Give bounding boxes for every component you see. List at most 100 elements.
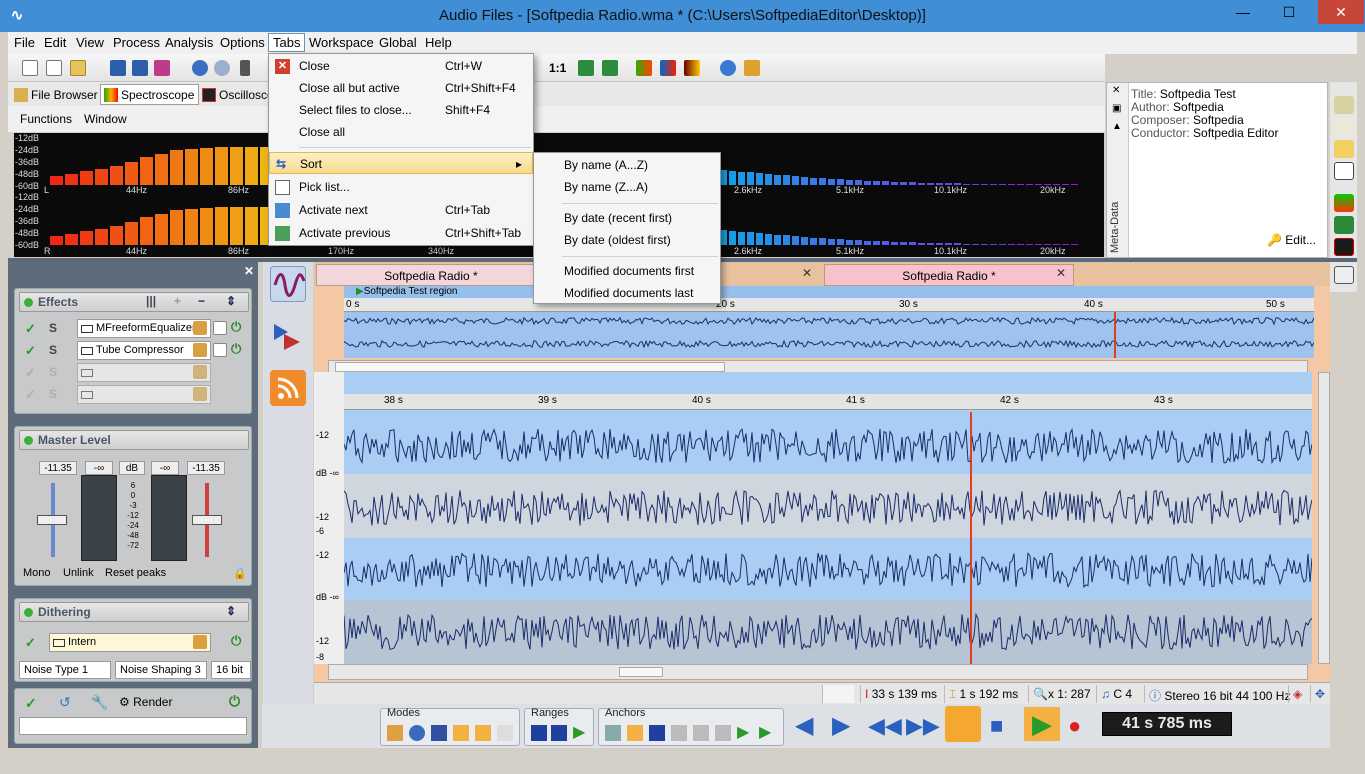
lock-icon[interactable]: 🔒 bbox=[233, 567, 247, 580]
menu-item-select-files-to-close[interactable]: Select files to close... Shift+F4 bbox=[269, 99, 533, 121]
format-info[interactable]: ⓘ Stereo 16 bit 44 100 Hz bbox=[1144, 685, 1294, 703]
open-folder-icon[interactable] bbox=[70, 60, 86, 76]
effect-settings-icon[interactable] bbox=[193, 387, 207, 401]
menu-item-close-all-but-active[interactable]: Close all but active Ctrl+Shift+F4 bbox=[269, 77, 533, 99]
anchor-6-icon[interactable] bbox=[715, 725, 731, 741]
region-marker[interactable]: ▶Softpedia Test region bbox=[356, 286, 457, 297]
anchor-4-icon[interactable] bbox=[671, 725, 687, 741]
help-icon[interactable] bbox=[720, 60, 736, 76]
play-button[interactable]: ▶ bbox=[1024, 707, 1060, 741]
tab-file-browser[interactable]: File Browser bbox=[10, 84, 103, 105]
doc-tab-close-icon[interactable]: ✕ bbox=[1056, 266, 1066, 280]
main-scrollbar[interactable] bbox=[328, 664, 1308, 680]
effect-solo[interactable]: S bbox=[49, 387, 57, 401]
functions-menu[interactable]: Functions bbox=[20, 112, 72, 126]
menu-help[interactable]: Help bbox=[425, 35, 452, 50]
effect-solo[interactable]: S bbox=[49, 321, 57, 335]
note-readout[interactable]: ♫ C 4 bbox=[1096, 685, 1136, 703]
menu-file[interactable]: File bbox=[14, 35, 35, 50]
menu-item-activate-previous[interactable]: Activate previous Ctrl+Shift+Tab bbox=[269, 222, 533, 244]
device-icon[interactable] bbox=[1334, 266, 1354, 284]
prev-marker-icon[interactable]: ◀ bbox=[795, 712, 823, 740]
zoom-level[interactable]: 🔍x 1: 287 bbox=[1028, 685, 1095, 703]
menu-edit[interactable]: Edit bbox=[44, 35, 66, 50]
scope-icon[interactable] bbox=[1334, 238, 1354, 256]
effect-settings-icon[interactable] bbox=[193, 343, 207, 357]
dither-mode-field[interactable]: Intern bbox=[49, 633, 211, 652]
effect-settings-icon[interactable] bbox=[193, 321, 207, 335]
float-icon[interactable]: ▣ bbox=[1112, 103, 1121, 114]
menu-options[interactable]: Options bbox=[220, 35, 265, 50]
zoom-selection-icon[interactable] bbox=[602, 60, 618, 76]
mode-file-icon[interactable] bbox=[387, 725, 403, 741]
menu-view[interactable]: View bbox=[76, 35, 104, 50]
reset-peaks-button[interactable]: Reset peaks bbox=[105, 567, 166, 579]
tree-view-icon[interactable] bbox=[1334, 96, 1354, 114]
menu-item-activate-next[interactable]: Activate next Ctrl+Tab bbox=[269, 199, 533, 221]
level-meter-icon[interactable] bbox=[1334, 194, 1354, 212]
menu-item-close-all[interactable]: Close all bbox=[269, 121, 533, 143]
marker-icon[interactable] bbox=[1334, 118, 1354, 136]
main-scroll-thumb[interactable] bbox=[619, 667, 663, 677]
effect-name-field[interactable] bbox=[77, 385, 211, 404]
menu-analysis[interactable]: Analysis bbox=[165, 35, 213, 50]
window-menu[interactable]: Window bbox=[84, 112, 127, 126]
loop-icon[interactable]: ↺ bbox=[59, 694, 71, 711]
effect-bypass-box[interactable] bbox=[213, 321, 227, 335]
phase-scope-icon[interactable] bbox=[1334, 216, 1354, 234]
podcast-mode-icon[interactable] bbox=[270, 370, 306, 406]
redo-icon[interactable] bbox=[214, 60, 230, 76]
effect-power-icon[interactable]: ⏻ bbox=[231, 341, 245, 356]
left-fader-handle[interactable] bbox=[37, 515, 67, 525]
anchor-2-icon[interactable] bbox=[627, 725, 643, 741]
right-fader-handle[interactable] bbox=[192, 515, 222, 525]
new-file-icon[interactable] bbox=[22, 60, 38, 76]
cursor-position[interactable]: I 33 s 139 ms bbox=[860, 685, 941, 703]
range-end-icon[interactable] bbox=[551, 725, 567, 741]
fast-forward-icon[interactable]: ▶▶ bbox=[906, 712, 940, 740]
close-icon[interactable]: ✕ bbox=[1112, 85, 1120, 96]
render-check-icon[interactable]: ✓ bbox=[25, 695, 37, 712]
new-from-template-icon[interactable] bbox=[46, 60, 62, 76]
mono-button[interactable]: Mono bbox=[23, 567, 51, 579]
effect-enable-check[interactable]: ✓ bbox=[25, 343, 36, 359]
remove-effect-icon[interactable]: − bbox=[198, 294, 205, 308]
menu-workspace[interactable]: Workspace bbox=[309, 35, 374, 50]
effect-enable-check[interactable]: ✓ bbox=[25, 321, 36, 337]
save-as-icon[interactable] bbox=[132, 60, 148, 76]
close-window-button[interactable]: ✕ bbox=[1318, 0, 1364, 24]
range-start-icon[interactable] bbox=[531, 725, 547, 741]
minimize-button[interactable]: — bbox=[1226, 0, 1260, 24]
effect-power-icon[interactable]: ⏻ bbox=[231, 319, 245, 334]
mode-cursor-icon[interactable] bbox=[431, 725, 447, 741]
record-icon[interactable]: ● bbox=[1068, 712, 1096, 740]
mode-play-end-icon[interactable] bbox=[475, 725, 491, 741]
context-help-icon[interactable] bbox=[744, 60, 760, 76]
close-panel-icon[interactable]: ✕ bbox=[244, 264, 254, 278]
menu-item-pick-list[interactable]: Pick list... bbox=[269, 176, 533, 198]
doc-tab-close-icon[interactable]: ✕ bbox=[802, 266, 812, 280]
noise-type-select[interactable]: Noise Type 1 bbox=[19, 661, 111, 679]
effect-bypass-box[interactable] bbox=[213, 343, 227, 357]
dither-settings-icon[interactable] bbox=[193, 635, 207, 649]
noise-shaping-select[interactable]: Noise Shaping 3 bbox=[115, 661, 207, 679]
doc-tab-1[interactable]: Softpedia Radio * bbox=[316, 264, 546, 286]
playback-cursor[interactable] bbox=[970, 412, 972, 664]
sort-by-date-oldest[interactable]: By date (oldest first) bbox=[564, 233, 671, 247]
tab-spectroscope[interactable]: Spectroscope bbox=[100, 84, 200, 105]
undo-icon[interactable] bbox=[192, 60, 208, 76]
render-button[interactable]: ⚙ Render bbox=[119, 695, 172, 709]
effect-enable-check[interactable]: ✓ bbox=[25, 365, 36, 381]
move-icon[interactable]: ✥ bbox=[1310, 685, 1329, 703]
sort-modified-first[interactable]: Modified documents first bbox=[564, 264, 694, 278]
vertical-scrollbar[interactable] bbox=[1318, 372, 1330, 664]
render-power-icon[interactable]: ⏻ bbox=[229, 693, 240, 710]
anchor-3-icon[interactable] bbox=[649, 725, 665, 741]
sort-modified-last[interactable]: Modified documents last bbox=[564, 286, 693, 300]
expand-icon[interactable]: ⇕ bbox=[226, 294, 236, 308]
main-waveform[interactable]: 38 s 39 s 40 s 41 s 42 s 43 s bbox=[344, 372, 1312, 664]
menu-item-sort[interactable]: ⇆ Sort ▸ bbox=[269, 152, 533, 174]
add-effect-icon[interactable]: + bbox=[174, 294, 181, 308]
menu-item-close[interactable]: ✕ Close Ctrl+W bbox=[269, 55, 533, 77]
anchor-5-icon[interactable] bbox=[693, 725, 709, 741]
